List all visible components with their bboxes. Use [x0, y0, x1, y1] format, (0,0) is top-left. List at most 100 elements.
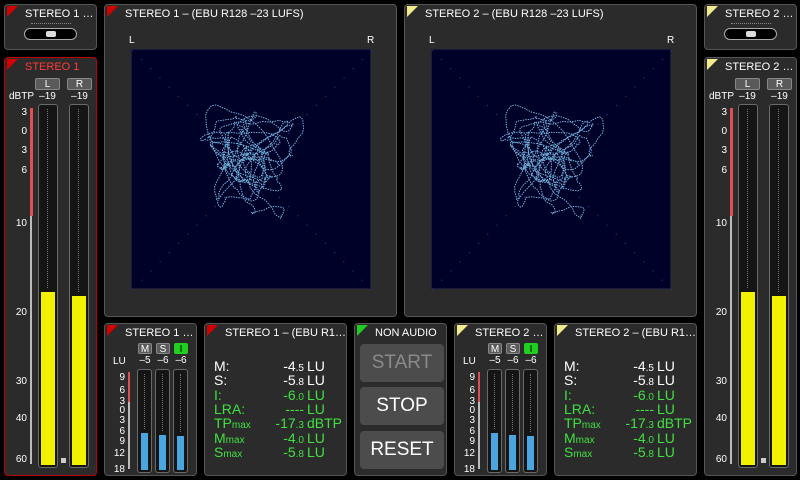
- mode-i-button[interactable]: I: [174, 343, 188, 355]
- lu-bar: [155, 369, 170, 473]
- mode-s-button[interactable]: S: [156, 343, 170, 355]
- scale-tick: 10: [715, 218, 727, 229]
- channel-left-button[interactable]: L: [35, 78, 60, 90]
- meter-bar-left: [38, 104, 58, 468]
- peak-value-right: –19: [71, 91, 88, 102]
- balance-panel-title: STEREO 2 …: [725, 8, 794, 20]
- scale-tick: 3: [21, 145, 27, 156]
- goniometer-display: [131, 49, 372, 290]
- goniometer-panel-stereo2[interactable]: STEREO 2 – (EBU R128 –23 LUFS) L R: [404, 4, 697, 317]
- stat-value-dec: .8: [645, 448, 654, 460]
- meter-dots: [747, 109, 751, 288]
- lu-bar: [137, 369, 152, 473]
- lu-unit-label: LU: [463, 356, 476, 367]
- lu-target-range: [478, 372, 480, 402]
- start-button[interactable]: START: [360, 344, 444, 382]
- stats-title: STEREO 2 – (EBU R1…: [575, 327, 696, 339]
- scale-tick: 0: [21, 126, 27, 137]
- true-peak-meter-stereo1[interactable]: STEREO 1 dBTP L R –19 –19 3 0 3 6 10 20 30 40 60: [4, 57, 97, 476]
- lu-scale-tick: 12: [113, 448, 125, 459]
- goniometer-trace: [132, 50, 372, 290]
- stat-label-text: S: [564, 443, 574, 460]
- scale-tick: 6: [721, 165, 727, 176]
- lu-bar: [523, 369, 538, 473]
- stat-value-int: -5: [633, 443, 646, 460]
- scale-tick: 40: [15, 413, 27, 424]
- lu-scale-tick: 3: [119, 415, 125, 426]
- balance-panel-title: STEREO 1 …: [25, 8, 94, 20]
- lu-scale-tick: 6: [469, 385, 475, 396]
- lu-dots: [180, 374, 181, 432]
- lu-bar: [487, 369, 502, 473]
- audio-trace-path: [199, 104, 305, 219]
- meter-dots: [47, 109, 51, 288]
- goniometer-axis: [132, 50, 372, 290]
- meter-unit-label: dBTP: [709, 91, 735, 102]
- scale-tick: 30: [15, 376, 27, 387]
- meter-fill: [72, 296, 86, 465]
- loudness-stats-stereo1[interactable]: STEREO 1 – (EBU R1… M: -4.5 LU S: -5.8 LU I: -6…: [204, 323, 347, 476]
- scale-tick: 60: [15, 454, 27, 465]
- scroll-marker: [61, 458, 66, 463]
- left-channel-label: L: [129, 35, 135, 46]
- lu-value: –5: [139, 355, 151, 366]
- gauge-line: [30, 216, 32, 464]
- stat-unit: LU: [307, 443, 325, 460]
- loudness-meter-stereo1[interactable]: STEREO 1 … LU M –5 S –6 I –6 9 6 3 0 3 6 9 12 18: [104, 323, 197, 476]
- channel-right-button[interactable]: R: [67, 78, 92, 90]
- lu-gauge-line: [128, 402, 130, 469]
- meter-dots: [778, 109, 782, 292]
- lu-scale-tick: 9: [119, 436, 125, 447]
- scale-tick: 10: [15, 218, 27, 229]
- mode-s-button[interactable]: S: [506, 343, 520, 355]
- stat-value-dec: .8: [295, 448, 304, 460]
- balance-indicator: [24, 23, 77, 40]
- mode-m-button[interactable]: M: [138, 343, 152, 355]
- lu-scale-tick: 18: [463, 464, 475, 475]
- peak-hold-range: [30, 108, 33, 216]
- transport-status: NON AUDIO: [375, 327, 437, 339]
- true-peak-meter-stereo2[interactable]: STEREO 2 … dBTP L R –19 –19 3 0 3 6 10 20 30 40 60: [704, 57, 797, 476]
- loudness-stats-stereo2[interactable]: STEREO 2 – (EBU R1… M: -4.5 LU S: -5.8 LU I: -6…: [554, 323, 697, 476]
- stat-value: -5.8: [283, 444, 304, 460]
- loudness-meter-stereo2[interactable]: STEREO 2 … LU M –5 S –6 I –6 9 6 3 0 3 6 9 12 18: [454, 323, 547, 476]
- goniometer-trace: [432, 50, 672, 290]
- loudness-meter-title: STEREO 2 …: [475, 327, 544, 339]
- scale-tick: 60: [715, 454, 727, 465]
- stat-label: Smax: [564, 444, 592, 460]
- lu-scale-tick: 9: [469, 372, 475, 383]
- right-channel-label: R: [367, 35, 375, 46]
- goniometer-panel-stereo1[interactable]: STEREO 1 – (EBU R128 –23 LUFS) L R: [104, 4, 397, 317]
- meter-bar-left: [738, 104, 758, 468]
- meter-title: STEREO 1: [25, 61, 80, 73]
- peak-value-left: –19: [739, 91, 756, 102]
- lu-bar: [505, 369, 520, 473]
- stop-button[interactable]: STOP: [360, 387, 444, 425]
- loudness-meter-title: STEREO 1 …: [125, 327, 194, 339]
- stat-label: Smax: [214, 444, 242, 460]
- lu-value: –6: [157, 355, 169, 366]
- stat-label-sub: max: [573, 448, 593, 460]
- reset-button[interactable]: RESET: [360, 431, 444, 469]
- lu-dots: [530, 374, 531, 432]
- channel-left-button[interactable]: L: [735, 78, 760, 90]
- lu-dots: [162, 374, 163, 431]
- transport-panel[interactable]: NON AUDIO START STOP RESET: [354, 323, 447, 476]
- lu-value: –6: [525, 355, 537, 366]
- lu-bar: [173, 369, 188, 473]
- scale-tick: 20: [715, 307, 727, 318]
- balance-panel-stereo1[interactable]: STEREO 1 …: [4, 4, 97, 50]
- balance-indicator: [724, 23, 777, 40]
- mode-m-button[interactable]: M: [488, 343, 502, 355]
- right-channel-label: R: [667, 35, 675, 46]
- goniometer-title: STEREO 2 – (EBU R128 –23 LUFS): [425, 8, 604, 20]
- lu-value: –5: [489, 355, 501, 366]
- lu-scale-tick: 9: [119, 372, 125, 383]
- stat-label-sub: max: [223, 448, 243, 460]
- balance-panel-stereo2[interactable]: STEREO 2 …: [704, 4, 797, 50]
- mode-i-button[interactable]: I: [524, 343, 538, 355]
- meter-dots: [78, 109, 82, 292]
- lu-gauge-line: [478, 402, 480, 469]
- lu-dots: [144, 374, 145, 429]
- channel-right-button[interactable]: R: [767, 78, 792, 90]
